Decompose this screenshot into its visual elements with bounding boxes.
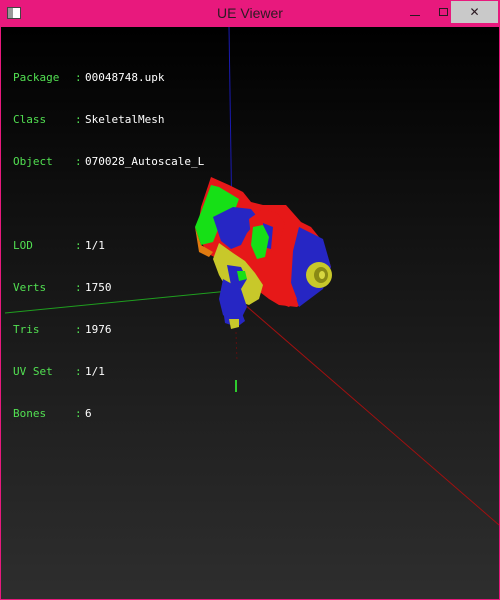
close-icon: ✕ (469, 5, 480, 19)
3d-viewport[interactable]: Package:00048748.upk Class: SkeletalMesh … (1, 27, 499, 599)
info-row-tris: Tris:1976 (13, 323, 112, 336)
bone-link (235, 331, 238, 363)
info-row-object: Object:070028_Autoscale_L (13, 155, 205, 168)
mesh-info-overlay: Package:00048748.upk Class: SkeletalMesh … (13, 43, 204, 449)
maximize-icon (438, 8, 448, 16)
info-row-bones: Bones:6 (13, 407, 92, 420)
info-row-package: Package:00048748.upk (13, 71, 165, 84)
skeletal-mesh-model (195, 177, 332, 329)
info-row-verts: Verts:1750 (13, 281, 112, 294)
minimize-button[interactable] (401, 1, 429, 23)
app-window: UE Viewer ✕ Package: 00048748.upk Class… (0, 0, 500, 600)
info-row-class: Class: SkeletalMesh (13, 113, 165, 126)
minimize-icon (410, 14, 420, 16)
title-bar[interactable]: UE Viewer ✕ (1, 1, 499, 27)
info-row-lod: LOD:1/1 (13, 239, 105, 252)
close-button[interactable]: ✕ (451, 1, 498, 23)
x-axis-line (228, 290, 499, 526)
info-row-uvset: UV Set:1/1 (13, 365, 105, 378)
